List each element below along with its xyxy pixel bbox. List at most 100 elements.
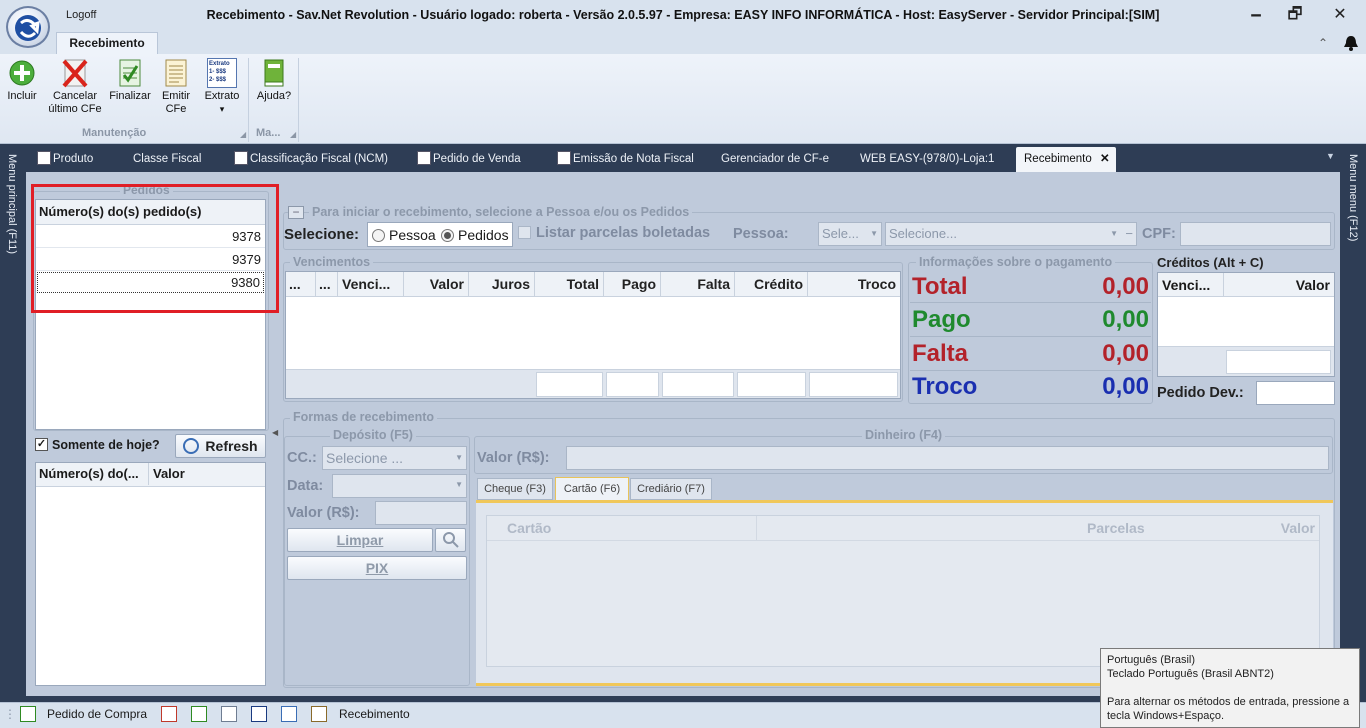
pedidos-radio[interactable] (441, 229, 454, 242)
chevron-down-icon: ▼ (1110, 229, 1118, 238)
notification-bell-icon[interactable] (1342, 34, 1360, 52)
pedidos-valor-list[interactable] (35, 462, 266, 686)
nf-icon[interactable] (251, 706, 267, 722)
tab-recebimento[interactable]: Recebimento ✕ (1016, 147, 1116, 172)
ribbon-group-divider (248, 58, 249, 142)
tab-classe-fiscal[interactable]: Classe Fiscal (129, 147, 205, 172)
menu-menu-label[interactable]: Menu menu (F12) (1347, 154, 1359, 241)
ribbon-tab-recebimento[interactable]: Recebimento (56, 32, 158, 54)
tab-cartao[interactable]: Cartão (F6) (555, 477, 629, 501)
app-menu-orb[interactable] (6, 6, 50, 48)
valor-deposito-input[interactable] (375, 501, 467, 525)
finalize-document-icon (117, 58, 143, 88)
collapse-icon[interactable]: − (288, 206, 304, 219)
listar-parcelas-checkbox[interactable] (518, 226, 531, 239)
tab-label: WEB EASY-(978/0)-Loja:1 (860, 153, 995, 165)
pago-value: 0,00 (1102, 306, 1149, 333)
cc-select[interactable]: Selecione ... ▼ (322, 446, 467, 470)
clear-icon: − (1125, 226, 1133, 241)
cpf-input[interactable] (1180, 222, 1331, 246)
pedido-dev-input[interactable] (1256, 381, 1335, 405)
tab-label: Classificação Fiscal (NCM) (250, 153, 389, 165)
credito-sum-field (737, 372, 806, 397)
dialog-launcher-icon[interactable]: ◢ (240, 130, 246, 139)
ribbon-tab-strip (0, 32, 1366, 54)
document-icon[interactable] (221, 706, 237, 722)
col-valor: Valor (1295, 277, 1330, 293)
radio-dot (444, 232, 451, 239)
tab-cheque[interactable]: Cheque (F3) (477, 478, 553, 500)
pessoa-code-select[interactable]: Sele... ▼ (818, 222, 882, 246)
close-button[interactable]: ✕ (1320, 4, 1360, 26)
chevron-down-icon: ▼ (455, 480, 463, 489)
pedido-compra-link[interactable]: Pedido de Compra (47, 707, 147, 721)
troco-sum-field (809, 372, 898, 397)
cpf-label: CPF: (1142, 226, 1176, 242)
sheet-icon[interactable] (191, 706, 207, 722)
selecao-legend: Para iniciar o recebimento, selecione a … (309, 205, 693, 219)
refresh-icon (183, 438, 200, 454)
tab-label: Gerenciador de CF-e (721, 153, 830, 165)
tooltip-keyboard: Teclado Português (Brasil ABNT2) (1107, 668, 1274, 680)
falta-row: Falta 0,00 (910, 338, 1151, 371)
close-tab-icon[interactable]: ✕ (1100, 147, 1110, 171)
maximize-button[interactable]: 🗗 (1275, 4, 1315, 26)
extrato-icon-line2: 2- $$$ (209, 77, 227, 83)
title-bar: Recebimento - Sav.Net Revolution - Usuár… (0, 0, 1366, 32)
highlight-box (31, 184, 279, 313)
pedidos-radio-label[interactable]: Pedidos (458, 227, 509, 243)
finalizar-button[interactable]: Finalizar (108, 58, 152, 103)
users-icon[interactable] (311, 706, 327, 722)
report-icon[interactable] (161, 706, 177, 722)
tab-web-easy[interactable]: WEB EASY-(978/0)-Loja:1 (856, 147, 998, 172)
minimize-button[interactable]: 🗕 (1236, 4, 1276, 26)
col-credito: Crédito (735, 272, 808, 296)
limpar-button[interactable]: Limpar (287, 528, 433, 552)
tabs-dropdown-icon[interactable]: ▼ (1326, 151, 1335, 161)
incluir-label: Incluir (7, 90, 37, 102)
listar-parcelas-label: Listar parcelas boletadas (536, 225, 711, 241)
search-button[interactable] (435, 528, 466, 552)
collapse-ribbon-icon[interactable]: ⌃ (1318, 36, 1328, 50)
pix-button[interactable]: PIX (287, 556, 467, 580)
pessoa-radio[interactable] (372, 229, 385, 242)
chevron-down-icon: ▼ (455, 453, 463, 462)
recebimento-link[interactable]: Recebimento (339, 707, 410, 721)
emitir-cfe-button[interactable]: Emitir CFe (156, 58, 196, 116)
produto-icon (37, 151, 51, 165)
window-title: Recebimento - Sav.Net Revolution - Usuár… (206, 8, 1160, 22)
tab-classificacao-fiscal[interactable]: Classificação Fiscal (NCM) (230, 147, 392, 172)
pago-label: Pago (912, 306, 971, 333)
col-pago: Pago (604, 272, 661, 296)
tab-emissao-nota-fiscal[interactable]: Emissão de Nota Fiscal (553, 147, 698, 172)
menu-principal-label[interactable]: Menu principal (F11) (6, 154, 18, 254)
select-value: Sele... (822, 226, 859, 241)
ajuda-button[interactable]: Ajuda? (254, 58, 294, 103)
splitter-arrow-icon[interactable]: ◀ (272, 428, 278, 437)
incluir-button[interactable]: Incluir (2, 58, 42, 103)
pessoa-radio-label[interactable]: Pessoa (389, 227, 436, 243)
pedido-compra-icon[interactable] (20, 706, 36, 722)
valor-label: Valor (R$): (287, 505, 360, 521)
pessoa-select[interactable]: Selecione... ▼ − (885, 222, 1137, 246)
dinheiro-valor-label: Valor (R$): (477, 450, 550, 466)
tab-pedido-de-venda[interactable]: Pedido de Venda (413, 147, 525, 172)
dialog-launcher-icon[interactable]: ◢ (290, 130, 296, 139)
add-document-icon[interactable] (281, 706, 297, 722)
tab-produto[interactable]: Produto (33, 147, 97, 172)
logoff-link[interactable]: Logoff (66, 9, 96, 21)
refresh-button[interactable]: Refresh (175, 434, 266, 458)
tab-crediario[interactable]: Crediário (F7) (630, 478, 712, 500)
vencimentos-header: ... ... Venci... Valor Juros Total Pago … (286, 272, 900, 297)
total-label: Total (912, 273, 968, 300)
select-value: Selecione ... (326, 450, 404, 466)
falta-label: Falta (912, 340, 969, 367)
right-side-menu[interactable]: Menu menu (F12) (1340, 146, 1366, 702)
data-picker[interactable]: ▼ (332, 474, 467, 498)
somente-hoje-checkbox[interactable]: ✓ (35, 438, 48, 451)
tab-gerenciador-cfe[interactable]: Gerenciador de CF-e (717, 147, 833, 172)
extrato-dropdown-button[interactable]: Extrato 1- $$$ 2- $$$ Extrato ▾ (200, 58, 244, 116)
cancelar-ultimo-cfe-button[interactable]: Cancelar último CFe (46, 58, 104, 116)
dinheiro-valor-input[interactable] (566, 446, 1329, 470)
left-side-menu[interactable]: Menu principal (F11) (0, 146, 26, 702)
